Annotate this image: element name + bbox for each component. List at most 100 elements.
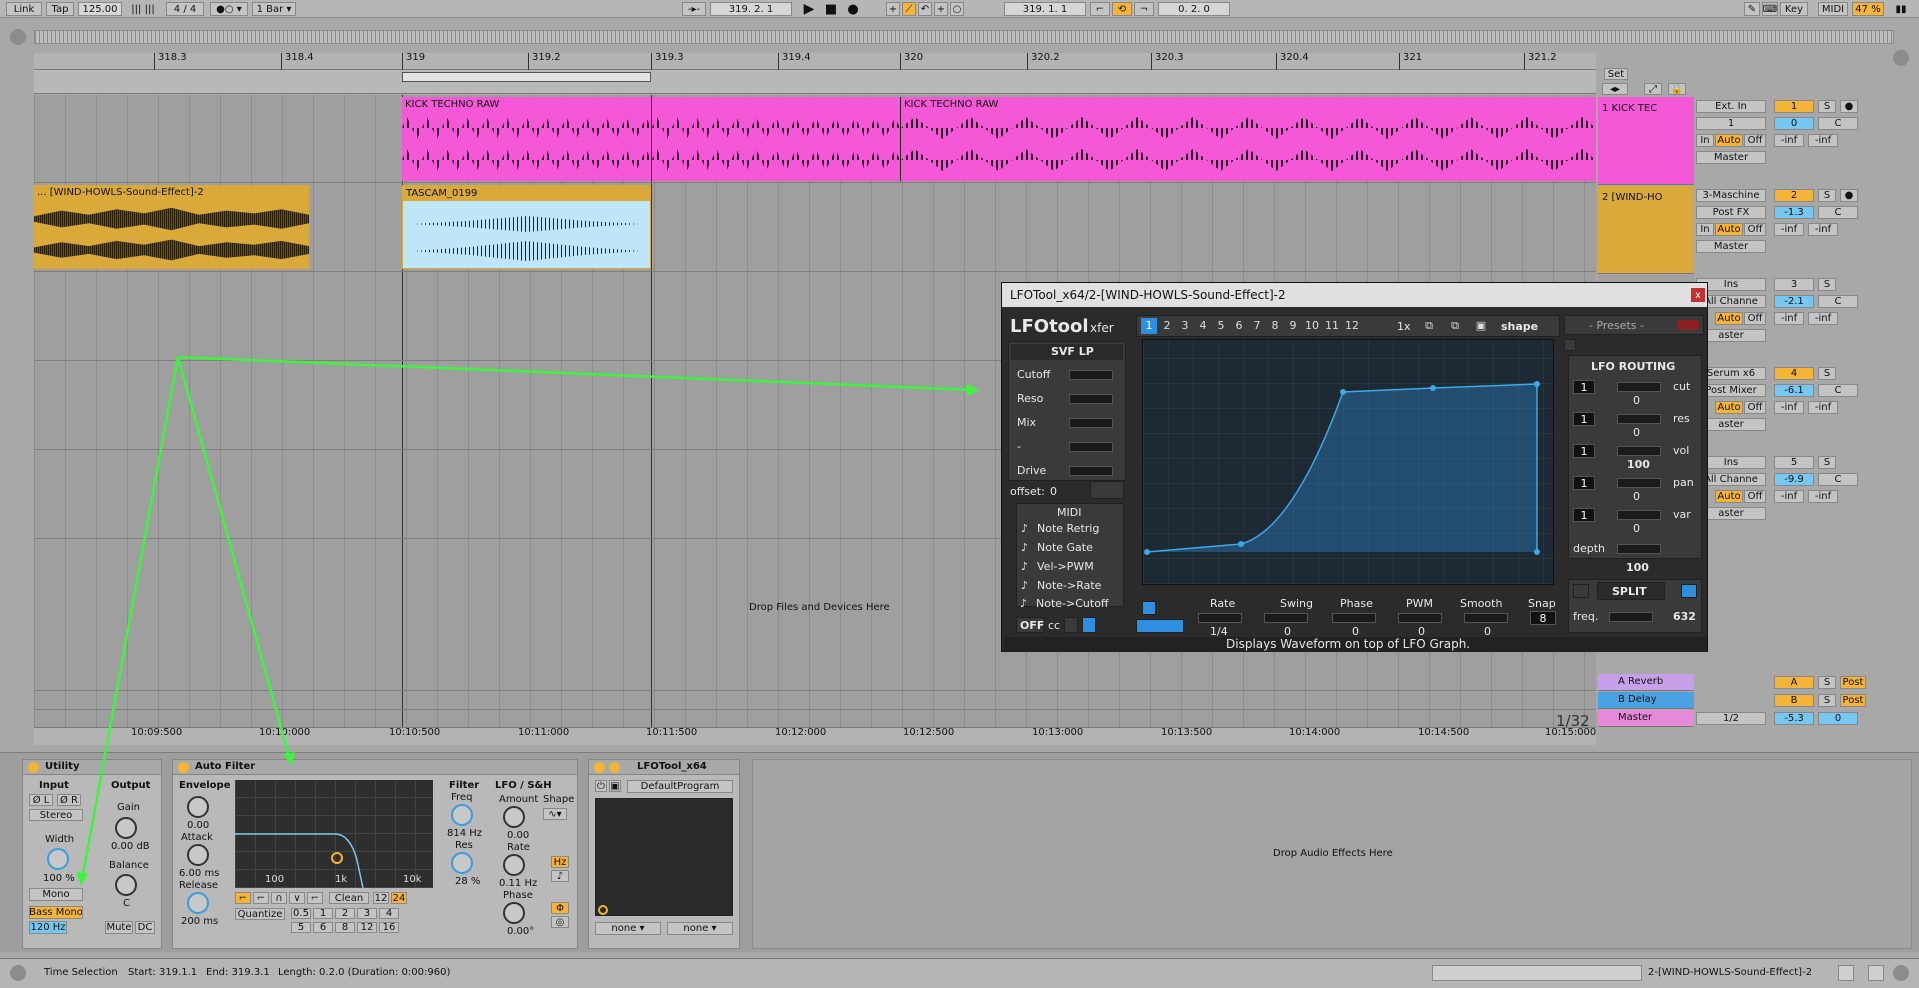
channel-mode-select[interactable]: Stereo [29,809,83,821]
midi-option-note-gate[interactable]: ♪ Note Gate [1021,541,1121,557]
sync-note-icon[interactable]: ♪ [551,870,569,882]
mute-button[interactable]: Mute [105,921,133,934]
volume-field[interactable]: -2.1 [1774,295,1814,308]
route-num[interactable]: 1 [1573,412,1595,426]
overview-toggle-icon[interactable] [10,29,26,45]
plugin-edit-icon[interactable] [609,762,620,773]
monitor-auto[interactable]: Auto [1715,401,1743,414]
split-button[interactable]: SPLIT [1597,582,1665,600]
midi-editor-toggle-icon[interactable] [1838,965,1854,981]
zoom-fit-icon[interactable]: ⤢ [1644,83,1662,95]
route-slider[interactable] [1617,478,1661,488]
phase-mode-icon[interactable]: Φ [551,902,569,914]
send-a[interactable]: -inf [1774,401,1804,414]
send-a[interactable]: -inf [1774,223,1804,236]
off-button[interactable]: OFF [1016,617,1044,633]
xy-y-select[interactable]: none ▾ [667,922,733,935]
graph-slot-5[interactable]: 5 [1213,318,1229,334]
monitor-off[interactable]: Off [1744,490,1766,503]
depth-slider[interactable] [1617,544,1661,554]
send-a[interactable]: -inf [1774,134,1804,147]
channel-select[interactable]: Post FX [1696,206,1766,219]
filter-type-morph-icon[interactable]: ⌐ [307,892,323,904]
channel-select[interactable]: 1 [1696,117,1766,130]
pwm-slider[interactable] [1398,613,1442,623]
beat-ruler[interactable]: 318.3 318.4 319 319.2 319.3 319.4 320 32… [34,53,1596,70]
route-num[interactable]: 1 [1573,380,1595,394]
set-locator-button[interactable]: Set [1604,68,1628,80]
shape-select[interactable]: ∿▾ [543,808,567,820]
filter-type-bp-icon[interactable]: ∩ [271,892,287,904]
return-header-b[interactable]: B Delay [1598,692,1694,709]
graph-mode-icon[interactable] [1142,601,1156,615]
track-activator[interactable]: 5 [1774,456,1814,469]
monitor-auto[interactable]: Auto [1715,312,1743,325]
filter-type-hp-icon[interactable]: ⌐ [253,892,269,904]
audio-effects-drop-zone[interactable]: Drop Audio Effects Here [752,759,1912,949]
track-activator[interactable]: 3 [1774,278,1814,291]
quantize-button[interactable]: Quantize [235,908,285,920]
clip-kick-1[interactable]: KICK TECHNO RAW [402,97,651,181]
offset-waveform-icon[interactable] [1090,481,1124,499]
tap-button[interactable]: Tap [46,2,74,16]
graph-slot-1[interactable]: 1 [1141,318,1157,334]
tempo-field[interactable]: 125.00 [78,2,122,16]
balance-knob[interactable] [115,874,137,896]
track-activator[interactable]: 4 [1774,367,1814,380]
arrangement-overview[interactable] [34,30,1894,44]
shape-menu[interactable]: shape [1501,320,1538,333]
amount-knob[interactable] [503,806,525,828]
phase-slider[interactable] [1332,613,1376,623]
master-pan[interactable]: 0 [1818,712,1858,725]
monitor-auto[interactable]: Auto [1715,134,1743,147]
solo-button[interactable]: S [1818,278,1836,291]
volume-field[interactable]: 0 [1774,117,1814,130]
slope-24-button[interactable]: 24 [391,892,407,904]
master-routing[interactable]: 1/2 [1696,712,1766,725]
solo-button[interactable]: S [1818,456,1836,469]
quantize-value[interactable]: 0.5 [291,908,311,919]
route-num[interactable]: 1 [1573,508,1595,522]
pan-field[interactable]: C [1818,295,1858,308]
monitor-off[interactable]: Off [1744,401,1766,414]
monitor-auto[interactable]: Auto [1715,490,1743,503]
send-b[interactable]: -inf [1808,223,1838,236]
preset-nav-icon[interactable] [1677,320,1699,330]
browser-toggle-icon[interactable] [1893,50,1909,66]
split-mode-icon[interactable] [1681,584,1697,598]
metronome-button[interactable]: ●○ ▾ [210,2,248,16]
return-a-activator[interactable]: A [1774,676,1814,689]
power-icon[interactable]: ⏻ [595,780,607,792]
circuit-select[interactable]: Clean [329,892,369,904]
graph-slot-4[interactable]: 4 [1195,318,1211,334]
graph-slot-10[interactable]: 10 [1303,318,1321,334]
envelope-knob[interactable] [187,796,209,818]
draw-mode-icon[interactable]: ✎ [1744,2,1760,16]
monitor-in[interactable]: In [1696,134,1714,147]
song-position[interactable]: 319. 2. 1 [710,2,792,16]
clip-tascam[interactable]: TASCAM_0199 [402,185,651,269]
lfotool-plugin-window[interactable]: LFOTool_x64/2-[WIND-HOWLS-Sound-Effect]-… [1001,282,1708,652]
lfo-graph[interactable] [1142,339,1554,585]
graph-slot-3[interactable]: 3 [1177,318,1193,334]
monitor-auto[interactable]: Auto [1715,223,1743,236]
nudge-icons[interactable]: ||| ||| [126,2,160,16]
monitor-off[interactable]: Off [1744,223,1766,236]
split-freq-slider[interactable] [1609,612,1653,622]
quantize-value[interactable]: 16 [379,922,399,933]
send-b[interactable]: -inf [1808,134,1838,147]
graph-slot-8[interactable]: 8 [1267,318,1283,334]
hz-button[interactable]: Hz [551,856,569,868]
stop-icon[interactable]: ■ [822,2,840,16]
quantize-value[interactable]: 3 [357,908,377,919]
dc-button[interactable]: DC [135,921,155,934]
freq-knob[interactable] [451,804,473,826]
filter-type-bar[interactable]: SVF LP [1011,344,1123,360]
midi-option-note-cutoff[interactable]: ♪ Note->Cutoff [1020,597,1124,613]
midi-map-button[interactable]: MIDI [1818,2,1848,16]
output-select[interactable]: Master [1696,151,1766,164]
time-signature[interactable]: 4 / 4 [166,2,204,16]
mono-button[interactable]: Mono [29,888,83,901]
send-b[interactable]: -inf [1808,490,1838,503]
midi-option-note-rate[interactable]: ♪ Note->Rate [1021,579,1121,595]
